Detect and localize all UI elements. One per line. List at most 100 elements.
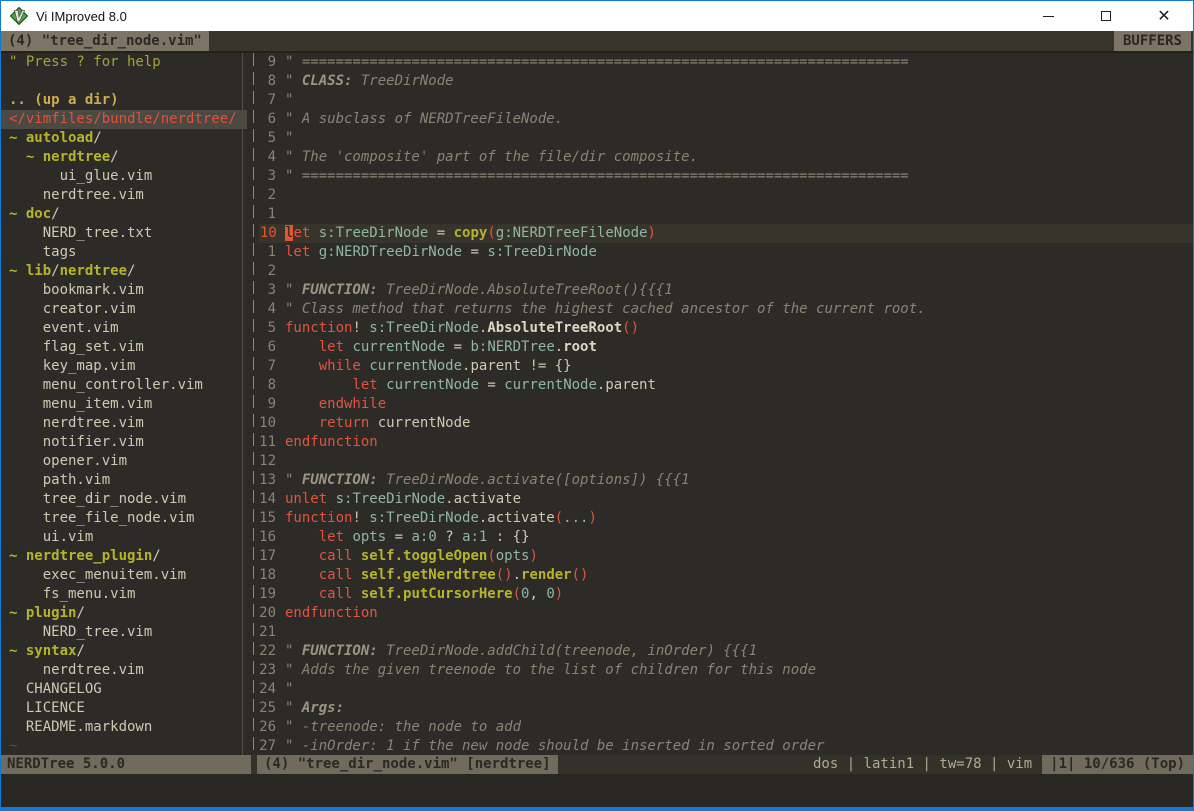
line-number: 3 — [259, 167, 285, 186]
tree-item[interactable]: nerdtree.vim — [1, 186, 247, 205]
code-line[interactable]: 4" Class method that returns the highest… — [259, 300, 1193, 319]
tree-item[interactable]: event.vim — [1, 319, 247, 338]
code-line[interactable]: 25" Args: — [259, 699, 1193, 718]
code-line[interactable]: 19 call self.putCursorHere(0, 0) — [259, 585, 1193, 604]
line-number: 5 — [259, 319, 285, 338]
line-number: 24 — [259, 680, 285, 699]
vim-window: Vi IMproved 8.0 ✕ (4) "tree_dir_node.vim… — [0, 0, 1194, 811]
window-title: Vi IMproved 8.0 — [36, 9, 1019, 24]
code-line[interactable]: 23" Adds the given treenode to the list … — [259, 661, 1193, 680]
code-line[interactable]: 9" =====================================… — [259, 53, 1193, 72]
tree-item[interactable]: ~ autoload/ — [1, 129, 247, 148]
main-area: " Press ? for help .. (up a dir)</vimfile… — [1, 53, 1193, 755]
code-line[interactable]: 6" A subclass of NERDTreeFileNode. — [259, 110, 1193, 129]
titlebar: Vi IMproved 8.0 ✕ — [1, 1, 1193, 31]
line-number: 7 — [259, 357, 285, 376]
code-line[interactable]: 2 — [259, 186, 1193, 205]
line-number: 22 — [259, 642, 285, 661]
code-line[interactable]: 5" — [259, 129, 1193, 148]
code-line[interactable]: 22" FUNCTION: TreeDirNode.addChild(treen… — [259, 642, 1193, 661]
tree-item[interactable]: opener.vim — [1, 452, 247, 471]
code-line[interactable]: 5function! s:TreeDirNode.AbsoluteTreeRoo… — [259, 319, 1193, 338]
tree-item[interactable]: NERD_tree.vim — [1, 623, 247, 642]
code-line[interactable]: 10 return currentNode — [259, 414, 1193, 433]
line-number: 3 — [259, 281, 285, 300]
code-line[interactable]: 17 call self.toggleOpen(opts) — [259, 547, 1193, 566]
code-line[interactable]: 4" The 'composite' part of the file/dir … — [259, 148, 1193, 167]
code-line[interactable]: 1 — [259, 205, 1193, 224]
tree-item[interactable]: ~ doc/ — [1, 205, 247, 224]
line-number: 1 — [259, 205, 285, 224]
line-number: 10 — [259, 414, 285, 433]
tree-item[interactable]: bookmark.vim — [1, 281, 247, 300]
code-line[interactable]: 14unlet s:TreeDirNode.activate — [259, 490, 1193, 509]
code-line[interactable]: 21 — [259, 623, 1193, 642]
tree-item[interactable]: menu_item.vim — [1, 395, 247, 414]
line-number: 5 — [259, 129, 285, 148]
tree-item[interactable]: tags — [1, 243, 247, 262]
code-line[interactable]: 7" — [259, 91, 1193, 110]
code-line[interactable]: 20endfunction — [259, 604, 1193, 623]
commandline[interactable] — [1, 774, 1193, 807]
tree-item[interactable]: NERD_tree.txt — [1, 224, 247, 243]
code-line-cursor[interactable]: 10let s:TreeDirNode = copy(g:NERDTreeFil… — [259, 224, 1193, 243]
tree-item[interactable]: ui.vim — [1, 528, 247, 547]
buffers-label[interactable]: BUFFERS — [1114, 31, 1191, 51]
line-number: 7 — [259, 91, 285, 110]
code-line[interactable]: 3" FUNCTION: TreeDirNode.AbsoluteTreeRoo… — [259, 281, 1193, 300]
tree-item[interactable]: key_map.vim — [1, 357, 247, 376]
code-line[interactable]: 27" -inOrder: 1 if the new node should b… — [259, 737, 1193, 755]
tree-item[interactable]: notifier.vim — [1, 433, 247, 452]
tree-item[interactable]: fs_menu.vim — [1, 585, 247, 604]
tree-item[interactable]: ~ lib/nerdtree/ — [1, 262, 247, 281]
code-line[interactable]: 15function! s:TreeDirNode.activate(...) — [259, 509, 1193, 528]
code-line[interactable]: 3" =====================================… — [259, 167, 1193, 186]
tree-item[interactable]: path.vim — [1, 471, 247, 490]
tree-item[interactable]: ~ plugin/ — [1, 604, 247, 623]
tree-item[interactable]: flag_set.vim — [1, 338, 247, 357]
window-separator[interactable] — [247, 53, 259, 755]
line-number: 10 — [259, 224, 285, 243]
tree-item[interactable] — [1, 72, 247, 91]
code-line[interactable]: 7 while currentNode.parent != {} — [259, 357, 1193, 376]
code-line[interactable]: 8 let currentNode = currentNode.parent — [259, 376, 1193, 395]
code-line[interactable]: 18 call self.getNerdtree().render() — [259, 566, 1193, 585]
code-line[interactable]: 9 endwhile — [259, 395, 1193, 414]
tree-item[interactable]: nerdtree.vim — [1, 661, 247, 680]
code-line[interactable]: 24" — [259, 680, 1193, 699]
tree-item[interactable]: </vimfiles/bundle/nerdtree/ — [1, 110, 247, 129]
tree-item[interactable]: menu_controller.vim — [1, 376, 247, 395]
tree-item[interactable]: ~ nerdtree_plugin/ — [1, 547, 247, 566]
close-button[interactable]: ✕ — [1135, 1, 1193, 31]
active-tab[interactable]: (4) "tree_dir_node.vim" — [1, 31, 209, 51]
line-number: 21 — [259, 623, 285, 642]
tree-item[interactable]: tree_dir_node.vim — [1, 490, 247, 509]
tree-item[interactable]: CHANGELOG — [1, 680, 247, 699]
code-line[interactable]: 11endfunction — [259, 433, 1193, 452]
line-number: 16 — [259, 528, 285, 547]
tree-item[interactable]: ui_glue.vim — [1, 167, 247, 186]
tree-item[interactable]: tree_file_node.vim — [1, 509, 247, 528]
maximize-button[interactable] — [1077, 1, 1135, 31]
code-line[interactable]: 13" FUNCTION: TreeDirNode.activate([opti… — [259, 471, 1193, 490]
code-line[interactable]: 16 let opts = a:0 ? a:1 : {} — [259, 528, 1193, 547]
statusline-info: dos | latin1 | tw=78 | vim — [813, 755, 1042, 774]
code-line[interactable]: 8" CLASS: TreeDirNode — [259, 72, 1193, 91]
tree-item[interactable]: creator.vim — [1, 300, 247, 319]
tree-item[interactable]: ~ syntax/ — [1, 642, 247, 661]
tree-item[interactable]: ~ — [1, 737, 247, 755]
code-line[interactable]: 2 — [259, 262, 1193, 281]
code-line[interactable]: 6 let currentNode = b:NERDTree.root — [259, 338, 1193, 357]
tree-item[interactable]: LICENCE — [1, 699, 247, 718]
code-line[interactable]: 12 — [259, 452, 1193, 471]
minimize-button[interactable] — [1019, 1, 1077, 31]
tree-item[interactable]: ~ nerdtree/ — [1, 148, 247, 167]
statusline-nerdtree: NERDTree 5.0.0 — [1, 755, 251, 774]
tree-item[interactable]: README.markdown — [1, 718, 247, 737]
tree-item[interactable]: nerdtree.vim — [1, 414, 247, 433]
code-line[interactable]: 1let g:NERDTreeDirNode = s:TreeDirNode — [259, 243, 1193, 262]
tree-item[interactable]: .. (up a dir) — [1, 91, 247, 110]
code-line[interactable]: 26" -treenode: the node to add — [259, 718, 1193, 737]
tree-item[interactable]: exec_menuitem.vim — [1, 566, 247, 585]
tree-item[interactable]: " Press ? for help — [1, 53, 247, 72]
